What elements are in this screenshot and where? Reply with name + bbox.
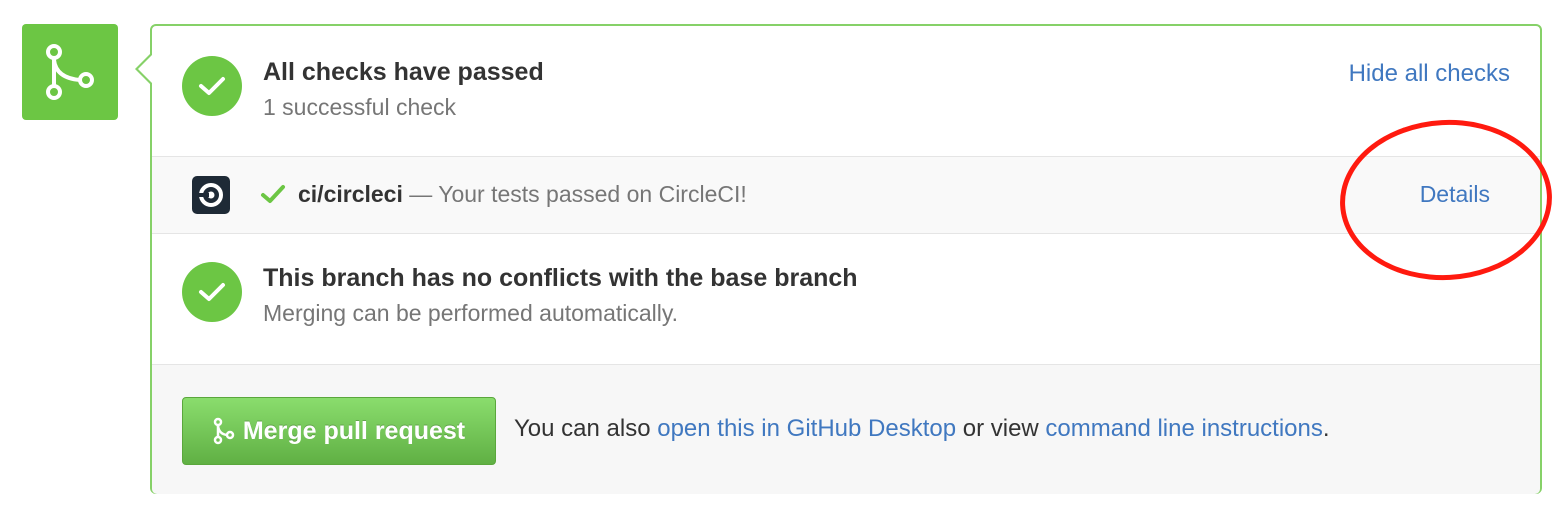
ci-separator: — (402, 181, 439, 207)
merge-button-label: Merge pull request (242, 416, 466, 445)
ci-success-check-icon (260, 183, 286, 210)
merge-actions: Merge pull request You can also open thi… (152, 364, 1540, 494)
ci-check-row: ci/circleci — Your tests passed on Circl… (152, 156, 1540, 234)
circleci-logo-icon (192, 176, 230, 214)
checks-title: All checks have passed (263, 58, 544, 86)
merge-status-icon-box (22, 24, 118, 120)
merge-pull-request-button[interactable]: Merge pull request (182, 397, 496, 465)
no-conflicts-indicator (182, 262, 242, 322)
git-merge-icon (46, 44, 94, 100)
checks-subtitle: 1 successful check (263, 94, 457, 120)
open-in-github-desktop-link[interactable]: open this in GitHub Desktop (657, 415, 956, 442)
checks-summary: All checks have passed 1 successful chec… (152, 26, 1540, 156)
branch-status-title: This branch has no conflicts with the ba… (263, 264, 858, 292)
branch-status-subtitle: Merging can be performed automatically. (263, 300, 679, 326)
check-icon (199, 77, 225, 95)
merge-help-prefix: You can also (514, 415, 658, 442)
merge-help-middle: or view (956, 415, 1046, 442)
merge-help-suffix: . (1322, 415, 1330, 442)
merge-help-text: You can also open this in GitHub Desktop… (514, 415, 1330, 443)
command-line-instructions-link[interactable]: command line instructions (1045, 415, 1322, 442)
hide-all-checks-link[interactable]: Hide all checks (1349, 60, 1510, 88)
merge-status-panel: All checks have passed 1 successful chec… (150, 24, 1542, 494)
check-icon (199, 283, 225, 301)
ci-status-text: ci/circleci — Your tests passed on Circl… (298, 181, 747, 208)
details-link[interactable]: Details (1420, 181, 1490, 208)
ci-check-description: Your tests passed on CircleCI! (438, 181, 747, 207)
branch-conflict-status: This branch has no conflicts with the ba… (152, 234, 1540, 364)
checks-passed-indicator (182, 56, 242, 116)
git-merge-icon (213, 417, 235, 445)
ci-check-name: ci/circleci (298, 181, 403, 207)
panel-pointer-fill (138, 54, 153, 84)
